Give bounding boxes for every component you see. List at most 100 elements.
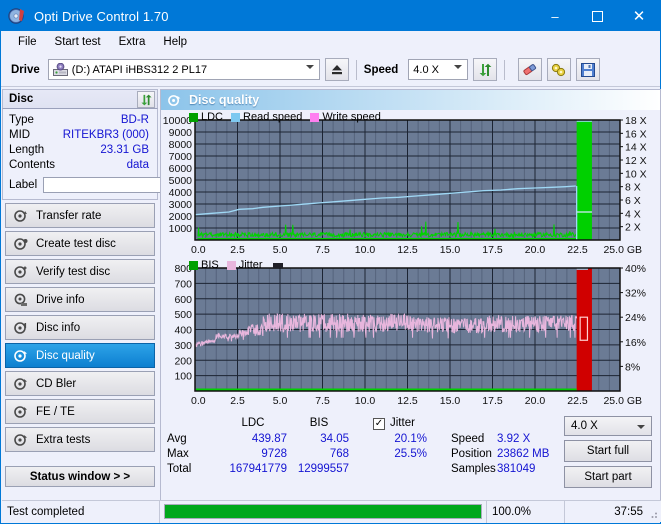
toolbar-separator-2 xyxy=(504,59,506,80)
stats-row-label-total: Total xyxy=(167,463,192,475)
title-bar: Opti Drive Control 1.70 – ✕ xyxy=(1,1,660,31)
menu-item-file[interactable]: File xyxy=(9,34,46,50)
samples-readout-label: Samples xyxy=(451,463,496,475)
status-bar: Test completed 100.0% 37:55 xyxy=(2,500,661,523)
stats-panel: LDC BIS Avg 439.87 34.05 Max 9728 768 To… xyxy=(161,415,660,500)
resize-grip-icon[interactable] xyxy=(647,508,659,520)
svg-text:5000: 5000 xyxy=(169,175,193,187)
svg-text:1000: 1000 xyxy=(169,223,193,235)
sidebar-item-disc-info[interactable]: Disc info xyxy=(5,315,155,340)
position-readout-label: Position xyxy=(451,448,492,460)
drive-value: (D:) ATAPI iHBS312 2 PL17 xyxy=(71,63,208,76)
jitter-checkbox[interactable]: ✓ xyxy=(373,418,385,430)
status-message: Test completed xyxy=(7,505,85,518)
svg-text:5.0: 5.0 xyxy=(273,395,288,407)
minimize-button[interactable]: – xyxy=(534,1,576,31)
eraser-button[interactable] xyxy=(518,58,543,81)
sidebar-item-cd-bler[interactable]: CD Bler xyxy=(5,371,155,396)
close-button[interactable]: ✕ xyxy=(618,1,660,31)
svg-text:10 X: 10 X xyxy=(625,168,647,180)
toolbar: Drive (D:) ATAPI iHBS312 2 PL17 Speed 4.… xyxy=(1,53,660,87)
svg-text:22.5: 22.5 xyxy=(567,395,588,407)
sidebar-item-create-test-disc[interactable]: Create test disc xyxy=(5,231,155,256)
svg-text:5.0: 5.0 xyxy=(273,244,288,256)
stats-header-ldc: LDC xyxy=(241,417,265,429)
tools-button[interactable] xyxy=(547,58,572,81)
disc-bler-icon xyxy=(11,377,31,391)
svg-text:8000: 8000 xyxy=(169,139,193,151)
svg-text:40%: 40% xyxy=(625,263,646,275)
speed-select-bottom[interactable]: 4.0 X xyxy=(564,416,652,436)
bottom-chart: BIS Jitter 800 700 600 500 400 300 200 100 40% 32… xyxy=(161,258,660,411)
sidebar-item-disc-quality[interactable]: Disc quality xyxy=(5,343,155,368)
svg-text:25.0 GB: 25.0 GB xyxy=(603,395,642,407)
svg-text:32%: 32% xyxy=(625,288,646,300)
start-full-button[interactable]: Start full xyxy=(564,440,652,462)
disc-refresh-button[interactable] xyxy=(137,91,155,108)
svg-text:2 X: 2 X xyxy=(625,222,641,234)
svg-text:7.5: 7.5 xyxy=(315,244,330,256)
chevron-down-icon xyxy=(637,425,645,429)
samples-readout-value: 381049 xyxy=(497,463,536,475)
elapsed-time: 37:55 xyxy=(614,505,643,518)
svg-text:12.5: 12.5 xyxy=(397,244,418,256)
legend-swatch-read-speed xyxy=(231,112,241,122)
legend-label-jitter: Jitter xyxy=(238,259,263,271)
top-chart: LDC Read speed Write speed 10000 9000 8000… xyxy=(161,110,660,258)
svg-text:10.0: 10.0 xyxy=(355,395,376,407)
svg-text:600: 600 xyxy=(174,294,192,306)
menu-item-help[interactable]: Help xyxy=(154,34,196,50)
progress-percent-text: 100.0% xyxy=(492,505,532,518)
disc-contents-label: Contents xyxy=(9,158,56,171)
svg-text:400: 400 xyxy=(174,325,192,337)
disc-length-label: Length xyxy=(9,143,45,156)
svg-text:7000: 7000 xyxy=(169,151,193,163)
svg-text:25.0 GB: 25.0 GB xyxy=(603,244,642,256)
status-window-button[interactable]: Status window > > xyxy=(5,466,155,487)
refresh-button[interactable] xyxy=(473,58,498,81)
maximize-button[interactable] xyxy=(576,1,618,31)
menu-item-extra[interactable]: Extra xyxy=(110,34,155,50)
sidebar-item-fe-te[interactable]: FE / TE xyxy=(5,399,155,424)
svg-text:20.0: 20.0 xyxy=(525,244,546,256)
svg-text:18 X: 18 X xyxy=(625,115,647,127)
menu-item-start-test[interactable]: Start test xyxy=(46,34,110,50)
disc-info-row-type: Type BD-R xyxy=(3,112,157,127)
svg-text:14 X: 14 X xyxy=(625,142,647,154)
drive-select[interactable]: (D:) ATAPI iHBS312 2 PL17 xyxy=(47,59,320,80)
svg-text:100: 100 xyxy=(174,371,192,383)
position-readout-value: 23862 MB xyxy=(497,448,550,460)
sidebar-item-transfer-rate[interactable]: Transfer rate xyxy=(5,203,155,228)
disc-type-value: BD-R xyxy=(120,113,149,126)
disc-contents-value: data xyxy=(126,158,149,171)
stats-max-ldc: 9728 xyxy=(261,448,287,460)
svg-text:4 X: 4 X xyxy=(625,208,641,220)
menu-bar: File Start test Extra Help xyxy=(1,31,660,53)
caption-buttons: – ✕ xyxy=(534,1,660,31)
legend-swatch-jitter xyxy=(226,260,236,270)
legend-marker-extra xyxy=(272,262,283,268)
legend-label-ldc: LDC xyxy=(201,111,224,123)
svg-text:16%: 16% xyxy=(625,337,646,349)
sidebar-item-verify-test-disc[interactable]: Verify test disc xyxy=(5,259,155,284)
bottom-chart-canvas[interactable]: 80070060050040030020010040%32%24%16%8%0.… xyxy=(161,258,660,411)
sidebar-item-label: Disc quality xyxy=(36,349,95,362)
speed-select-bottom-value: 4.0 X xyxy=(571,420,598,432)
svg-text:15.0: 15.0 xyxy=(440,244,461,256)
sidebar: Disc Type BD-R MID RITEKBR3 (000) Length… xyxy=(2,89,247,501)
sidebar-item-drive-info[interactable]: Drive info xyxy=(5,287,155,312)
start-part-button[interactable]: Start part xyxy=(564,466,652,488)
eject-button[interactable] xyxy=(324,58,349,81)
body-area: Disc Type BD-R MID RITEKBR3 (000) Length… xyxy=(2,89,661,501)
disc-panel-title: Disc xyxy=(9,93,34,105)
save-button[interactable] xyxy=(576,58,601,81)
sidebar-item-extra-tests[interactable]: Extra tests xyxy=(5,427,155,452)
status-message-cell: Test completed xyxy=(2,500,160,523)
svg-text:2.5: 2.5 xyxy=(230,244,245,256)
svg-text:4000: 4000 xyxy=(169,187,193,199)
top-chart-canvas[interactable]: 1000090008000700060005000400030002000100… xyxy=(161,110,660,258)
speed-select[interactable]: 4.0 X xyxy=(408,59,469,80)
disc-label-row: Label xyxy=(3,172,247,194)
stats-row-label-max: Max xyxy=(167,448,189,460)
sidebar-item-label: Disc info xyxy=(36,321,81,334)
